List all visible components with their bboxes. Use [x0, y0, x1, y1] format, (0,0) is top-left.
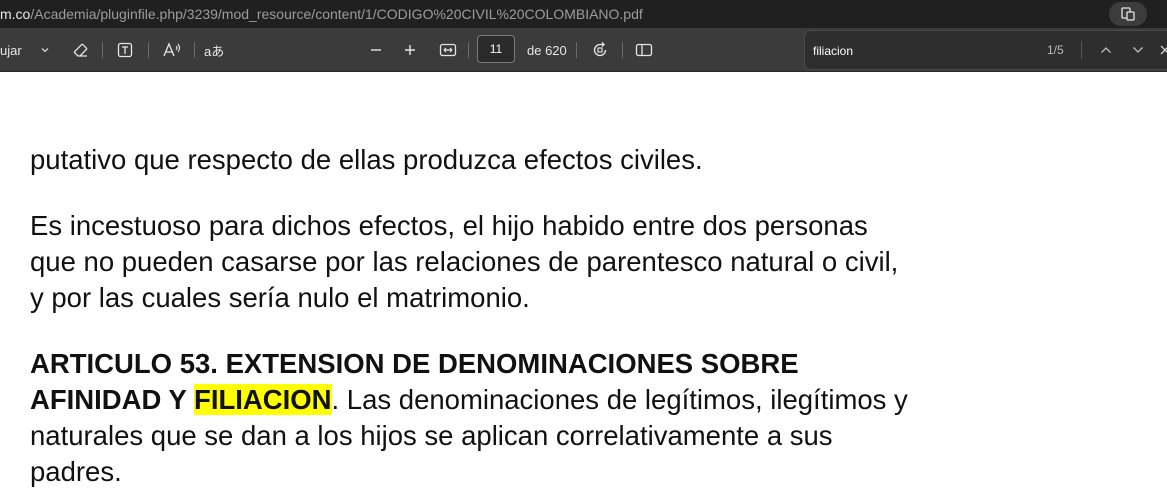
- url-text[interactable]: m.co/Academia/pluginfile.php/3239/mod_re…: [0, 6, 643, 22]
- draw-button[interactable]: ujar: [0, 40, 22, 60]
- article-heading-line-2: AFINIDAD Y FILIACION. Las denominaciones…: [30, 382, 908, 418]
- zoom-out-icon: [369, 43, 383, 57]
- zoom-out-button[interactable]: [366, 38, 386, 62]
- toolbar-divider: [102, 42, 103, 58]
- add-text-button[interactable]: [114, 38, 136, 62]
- aa-label: aあ: [204, 43, 225, 59]
- toolbar-divider: [576, 42, 577, 58]
- paragraph-1-line-1: putativo que respecto de ellas produzca …: [30, 144, 703, 175]
- find-down-icon: [1131, 43, 1145, 57]
- paragraph-2-line-2: que no pueden casarse por las relaciones…: [30, 246, 899, 277]
- pdf-page[interactable]: putativo que respecto de ellas produzca …: [0, 72, 1167, 490]
- page-total-label: de 620: [527, 40, 567, 60]
- paragraph-3-line-3: naturales que se dan a los hijos se apli…: [30, 420, 833, 451]
- page-view-button[interactable]: [632, 38, 656, 62]
- page-view-icon: [635, 42, 653, 58]
- article-heading-text: ARTICULO 53. EXTENSION DE DENOMINACIONES…: [30, 348, 799, 379]
- text-box-icon: [116, 41, 134, 59]
- article-heading-bold: AFINIDAD Y: [30, 384, 195, 415]
- article-text-continuation: . Las denominaciones de legítimos, ilegí…: [331, 384, 908, 415]
- find-up-icon: [1099, 43, 1113, 57]
- extension-button[interactable]: [1109, 2, 1147, 26]
- find-panel: 1/5: [804, 30, 1167, 70]
- paragraph-3-line-4: padres.: [30, 456, 122, 487]
- rotate-button[interactable]: [588, 38, 612, 62]
- find-close-button[interactable]: [1159, 39, 1167, 61]
- article-heading-line-1: ARTICULO 53. EXTENSION DE DENOMINACIONES…: [30, 346, 799, 382]
- fit-width-icon: [439, 42, 457, 58]
- fit-width-button[interactable]: [436, 38, 460, 62]
- zoom-in-button[interactable]: [400, 38, 420, 62]
- page-total-text: de 620: [527, 42, 567, 58]
- find-result-count: 1/5: [1047, 43, 1064, 57]
- draw-options-button[interactable]: [38, 41, 52, 59]
- zoom-in-icon: [403, 43, 417, 57]
- toolbar-divider: [148, 42, 149, 58]
- close-icon: [1159, 44, 1167, 56]
- read-aloud-button[interactable]: [160, 38, 184, 62]
- search-highlight-match: FILIACION: [194, 384, 332, 415]
- eraser-icon: [72, 41, 90, 59]
- erase-button[interactable]: [70, 38, 92, 62]
- extension-icon: [1120, 6, 1136, 22]
- toolbar-divider: [194, 42, 195, 58]
- find-divider: [1081, 41, 1082, 59]
- toolbar-divider: [468, 42, 469, 58]
- read-aloud-icon: [162, 41, 182, 59]
- find-next-button[interactable]: [1127, 39, 1149, 61]
- url-path: /Academia/pluginfile.php/3239/mod_resour…: [30, 6, 643, 22]
- paragraph-2-line-1: Es incestuoso para dichos efectos, el hi…: [30, 210, 868, 241]
- address-bar[interactable]: m.co/Academia/pluginfile.php/3239/mod_re…: [0, 0, 1167, 28]
- draw-label: ujar: [0, 42, 22, 58]
- url-host: m.co: [0, 6, 31, 22]
- find-input[interactable]: [811, 37, 1070, 65]
- page-number-input[interactable]: [477, 35, 515, 63]
- find-previous-button[interactable]: [1095, 39, 1117, 61]
- chevron-down-icon: [40, 45, 50, 55]
- toolbar-divider: [622, 42, 623, 58]
- text-options-button[interactable]: aあ: [204, 40, 224, 60]
- rotate-icon: [591, 41, 609, 59]
- paragraph-2-line-3: y por las cuales sería nulo el matrimoni…: [30, 282, 530, 313]
